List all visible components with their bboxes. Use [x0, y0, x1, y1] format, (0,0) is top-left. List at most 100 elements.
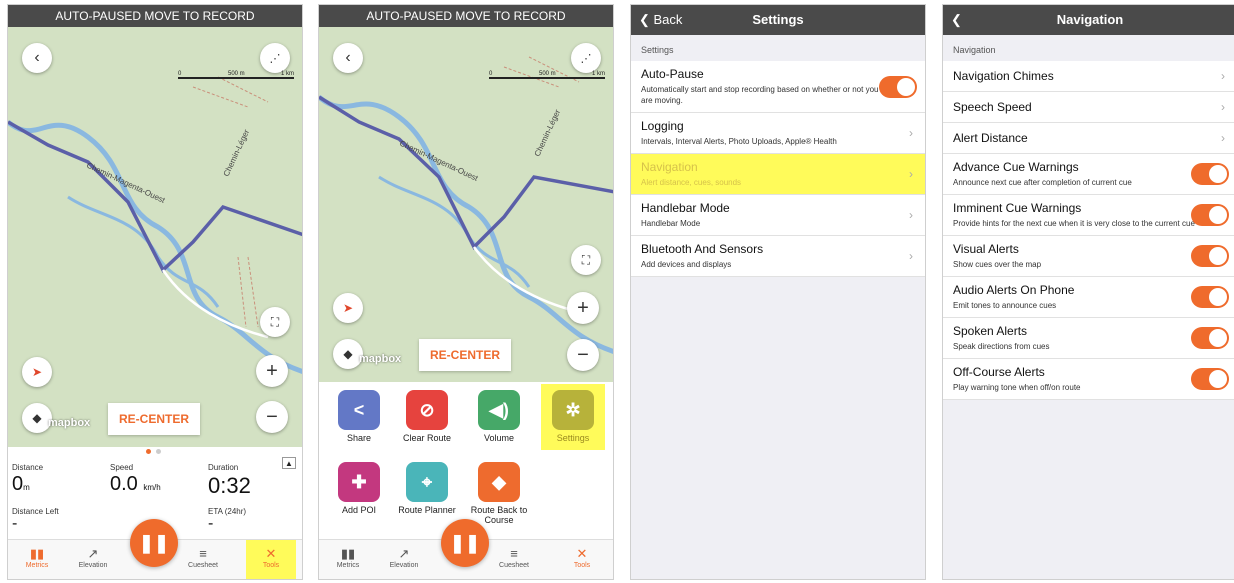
- zoom-out-button[interactable]: −: [567, 339, 599, 371]
- advance-cue-warnings-toggle[interactable]: [1191, 163, 1229, 185]
- metrics-icon: ▮▮: [340, 546, 356, 561]
- compass-icon[interactable]: ➤: [22, 357, 52, 387]
- row-title: Visual Alerts: [953, 242, 1019, 256]
- chevron-right-icon: ›: [909, 167, 913, 181]
- row-audio-alerts-phone[interactable]: Audio Alerts On Phone Emit tones to anno…: [943, 277, 1234, 318]
- tool-share[interactable]: < Share: [327, 390, 391, 443]
- mapbox-logo: mapbox: [48, 417, 91, 429]
- zoom-in-button[interactable]: +: [567, 292, 599, 324]
- row-auto-pause[interactable]: Auto-Pause Automatically start and stop …: [631, 61, 925, 113]
- row-title: Advance Cue Warnings: [953, 160, 1079, 174]
- pause-button[interactable]: ❚❚: [130, 519, 178, 567]
- row-bluetooth-sensors[interactable]: Bluetooth And Sensors Add devices and di…: [631, 236, 925, 277]
- page-dot-active: [146, 449, 151, 454]
- auto-paused-banner: AUTO-PAUSED MOVE TO RECORD: [319, 5, 613, 27]
- collapse-toggle-icon[interactable]: ▲: [282, 457, 296, 469]
- gear-icon: ✲: [552, 390, 594, 430]
- row-title: Navigation: [641, 160, 698, 174]
- route-waypoint-icon[interactable]: ⋰: [571, 43, 601, 73]
- row-imminent-cue-warnings[interactable]: Imminent Cue Warnings Provide hints for …: [943, 195, 1234, 236]
- row-handlebar-mode[interactable]: Handlebar Mode Handlebar Mode ›: [631, 195, 925, 236]
- row-title: Imminent Cue Warnings: [953, 201, 1082, 215]
- pause-button[interactable]: ❚❚: [441, 519, 489, 567]
- row-advance-cue-warnings[interactable]: Advance Cue Warnings Announce next cue a…: [943, 154, 1234, 195]
- row-speech-speed[interactable]: Speech Speed ›: [943, 92, 1234, 123]
- expand-icon[interactable]: ⛶: [571, 245, 601, 275]
- speed-value: 0.0 km/h: [110, 473, 161, 495]
- tab-metrics[interactable]: ▮▮ Metrics: [12, 540, 62, 579]
- row-alert-distance[interactable]: Alert Distance ›: [943, 123, 1234, 154]
- tool-route-back[interactable]: ◆ Route Back to Course: [467, 462, 531, 525]
- tab-tools[interactable]: ✕ Tools: [246, 540, 296, 579]
- imminent-cue-warnings-toggle[interactable]: [1191, 204, 1229, 226]
- row-navigation[interactable]: Navigation Alert distance, cues, sounds …: [631, 154, 925, 195]
- zoom-in-button[interactable]: +: [256, 355, 288, 387]
- tool-clear-route[interactable]: ⊘ Clear Route: [395, 390, 459, 443]
- recenter-button[interactable]: RE-CENTER: [419, 339, 511, 371]
- row-title: Spoken Alerts: [953, 324, 1028, 338]
- chevron-right-icon: ›: [909, 208, 913, 222]
- row-subtitle: Speak directions from cues: [953, 342, 1050, 351]
- tool-add-poi[interactable]: ✚ Add POI: [327, 462, 391, 515]
- tool-volume[interactable]: ◀) Volume: [467, 390, 531, 443]
- auto-pause-toggle[interactable]: [879, 75, 917, 98]
- route-waypoint-icon[interactable]: ⋰: [260, 43, 290, 73]
- tools-icon: ✕: [576, 546, 588, 561]
- page-title: Settings: [752, 12, 804, 27]
- expand-icon[interactable]: ⛶: [260, 307, 290, 337]
- map-view[interactable]: Chemin-Magenta-Ouest Chemin-Léger: [319, 27, 613, 382]
- back-button[interactable]: ‹: [22, 43, 52, 73]
- road-label: Chemin-Léger: [533, 108, 563, 158]
- spoken-alerts-toggle[interactable]: [1191, 327, 1229, 349]
- tab-cuesheet[interactable]: ≡ Cuesheet: [489, 540, 539, 579]
- row-subtitle: Intervals, Interval Alerts, Photo Upload…: [641, 137, 837, 146]
- distance-left-label: Distance Left: [12, 507, 59, 516]
- volume-icon: ◀): [478, 390, 520, 430]
- tool-settings[interactable]: ✲ Settings: [541, 384, 605, 450]
- row-subtitle: Play warning tone when off/on route: [953, 383, 1081, 392]
- tools-panel: < Share ⊘ Clear Route ◀) Volume ✲ Settings ✚…: [319, 382, 613, 542]
- page-indicator: [142, 449, 172, 455]
- off-course-alerts-toggle[interactable]: [1191, 368, 1229, 390]
- map-view[interactable]: Chemin-Magenta-Ouest Chemin-Léger: [8, 27, 302, 447]
- row-title: Speech Speed: [953, 100, 1032, 114]
- row-off-course-alerts[interactable]: Off-Course Alerts Play warning tone when…: [943, 359, 1234, 400]
- row-logging[interactable]: Logging Intervals, Interval Alerts, Phot…: [631, 113, 925, 154]
- row-title: Alert Distance: [953, 131, 1028, 145]
- eta-label: ETA (24hr): [208, 507, 247, 516]
- row-subtitle: Announce next cue after completion of cu…: [953, 178, 1132, 187]
- eta-value: -: [208, 515, 214, 532]
- screen-settings: ❮ Back Settings Settings Auto-Pause Auto…: [630, 4, 926, 580]
- tab-tools[interactable]: ✕ Tools: [557, 540, 607, 579]
- nav-bar: ❮ Navigation: [943, 5, 1234, 35]
- map-canvas: Chemin-Magenta-Ouest Chemin-Léger: [319, 56, 613, 354]
- cuesheet-icon: ≡: [510, 546, 518, 561]
- chevron-right-icon: ›: [1221, 131, 1225, 145]
- duration-label: Duration: [208, 463, 239, 472]
- zoom-out-button[interactable]: −: [256, 401, 288, 433]
- add-poi-icon: ✚: [338, 462, 380, 502]
- back-button[interactable]: ‹: [333, 43, 363, 73]
- row-visual-alerts[interactable]: Visual Alerts Show cues over the map: [943, 236, 1234, 277]
- tab-elevation[interactable]: ↗ Elevation: [68, 540, 118, 579]
- tab-metrics[interactable]: ▮▮ Metrics: [323, 540, 373, 579]
- recenter-button[interactable]: RE-CENTER: [108, 403, 200, 435]
- tab-elevation[interactable]: ↗ Elevation: [379, 540, 429, 579]
- row-title: Audio Alerts On Phone: [953, 283, 1075, 297]
- tool-route-planner[interactable]: ⌖ Route Planner: [395, 462, 459, 515]
- metrics-icon: ▮▮: [29, 546, 45, 561]
- screen-map-metrics: AUTO-PAUSED MOVE TO RECORD Chemin-Magent…: [7, 4, 303, 580]
- section-header: Settings: [641, 45, 674, 55]
- route-back-icon: ◆: [478, 462, 520, 502]
- row-spoken-alerts[interactable]: Spoken Alerts Speak directions from cues: [943, 318, 1234, 359]
- audio-alerts-toggle[interactable]: [1191, 286, 1229, 308]
- duration-value: 0:32: [208, 473, 251, 498]
- row-navigation-chimes[interactable]: Navigation Chimes ›: [943, 61, 1234, 92]
- row-title: Off-Course Alerts: [953, 365, 1045, 379]
- visual-alerts-toggle[interactable]: [1191, 245, 1229, 267]
- chevron-right-icon: ›: [1221, 100, 1225, 114]
- row-subtitle: Alert distance, cues, sounds: [641, 178, 742, 187]
- page-dot: [156, 449, 161, 454]
- compass-icon[interactable]: ➤: [333, 293, 363, 323]
- tab-cuesheet[interactable]: ≡ Cuesheet: [178, 540, 228, 579]
